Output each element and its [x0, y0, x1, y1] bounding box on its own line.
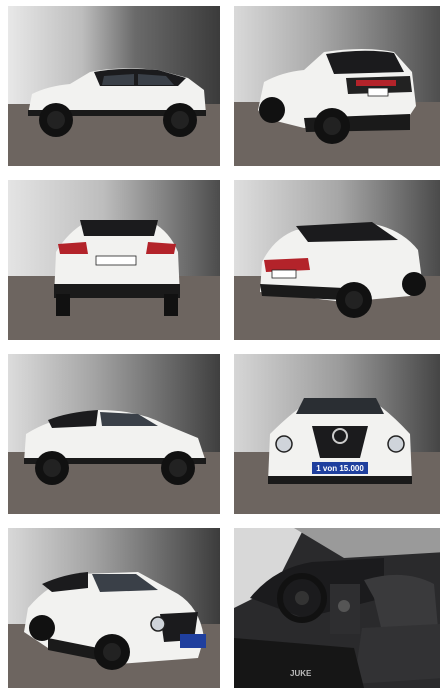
- interior-badge-text: JUKE: [290, 669, 312, 678]
- photo-thumbnail-7[interactable]: [8, 528, 220, 688]
- front-plate-text: 1 von 15.000: [316, 464, 364, 473]
- photo-thumbnail-6[interactable]: 1 von 15.000: [234, 354, 440, 514]
- car-side-photo: [8, 6, 220, 166]
- photo-thumbnail-8[interactable]: JUKE: [234, 528, 440, 688]
- car-interior-photo: JUKE: [234, 528, 440, 688]
- photo-thumbnail-5[interactable]: [8, 354, 220, 514]
- car-front-quarter-photo: [8, 528, 220, 688]
- car-front-photo: 1 von 15.000: [234, 354, 440, 514]
- photo-thumbnail-3[interactable]: [8, 180, 220, 340]
- car-rear-photo: [8, 180, 220, 340]
- car-side-alt-photo: [8, 354, 220, 514]
- car-rear-quarter-photo: [234, 6, 440, 166]
- photo-gallery: 1 von 15.000 JUKE: [0, 0, 440, 688]
- photo-thumbnail-1[interactable]: [8, 6, 220, 166]
- photo-thumbnail-4[interactable]: [234, 180, 440, 340]
- photo-thumbnail-2[interactable]: [234, 6, 440, 166]
- car-rear-quarter-right-photo: [234, 180, 440, 340]
